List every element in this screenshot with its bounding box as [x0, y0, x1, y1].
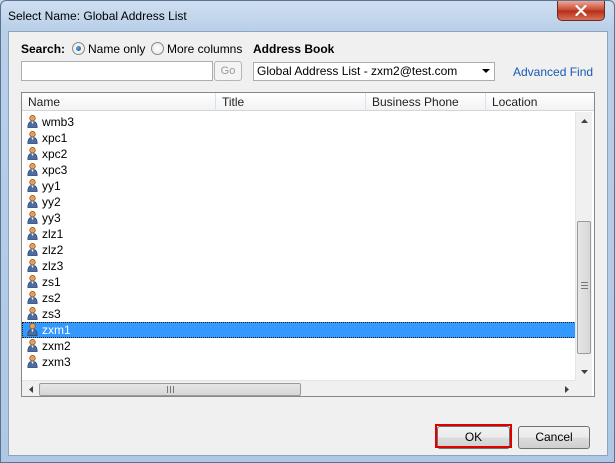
table-row[interactable]: xpc1: [22, 130, 576, 146]
vertical-scrollbar[interactable]: [575, 112, 592, 380]
title-bar[interactable]: Select Name: Global Address List: [1, 1, 614, 31]
advanced-find-link[interactable]: Advanced Find: [513, 65, 593, 79]
scroll-right-button[interactable]: [558, 381, 575, 396]
scroll-down-button[interactable]: [576, 363, 593, 380]
person-icon: [27, 275, 38, 288]
address-list[interactable]: Name Title Business Phone Location wmb3 x…: [21, 92, 595, 397]
table-row[interactable]: zxm2: [22, 338, 576, 354]
column-header-location[interactable]: Location: [486, 93, 594, 111]
table-row[interactable]: yy3: [22, 210, 576, 226]
address-book-label: Address Book: [253, 42, 335, 56]
table-row[interactable]: zlz1: [22, 226, 576, 242]
person-icon: [27, 131, 38, 144]
contact-name: yy1: [42, 179, 61, 193]
search-input[interactable]: [21, 61, 213, 81]
contact-name: zs1: [42, 275, 61, 289]
table-row[interactable]: yy1: [22, 178, 576, 194]
table-row[interactable]: zs2: [22, 290, 576, 306]
contact-name: xpc2: [42, 147, 68, 161]
name-only-label[interactable]: Name only: [88, 42, 145, 56]
table-row[interactable]: zlz2: [22, 242, 576, 258]
scroll-left-button[interactable]: [22, 381, 39, 396]
grip-icon: [581, 282, 588, 289]
address-book-selected: Global Address List - zxm2@test.com: [257, 64, 458, 78]
table-row[interactable]: yy2: [22, 194, 576, 210]
vertical-scroll-thumb[interactable]: [577, 221, 591, 354]
more-columns-radio[interactable]: [151, 42, 164, 55]
contact-name: zxm2: [42, 339, 71, 353]
horizontal-scroll-thumb[interactable]: [39, 383, 301, 396]
select-name-dialog: Select Name: Global Address List Search:…: [0, 0, 615, 463]
scrollbar-corner: [575, 380, 592, 396]
arrow-up-icon: [581, 118, 588, 123]
column-header-business-phone[interactable]: Business Phone: [366, 93, 486, 111]
scroll-up-button[interactable]: [576, 112, 593, 129]
list-rows: wmb3 xpc1 xpc2 xpc3 yy1 yy2 yy3 zlz1 zlz2 zlz3 zs1…: [22, 114, 576, 370]
person-icon: [27, 307, 38, 320]
go-button[interactable]: Go: [214, 61, 242, 81]
person-icon: [27, 355, 38, 368]
arrow-down-icon: [581, 369, 588, 374]
contact-name: zs2: [42, 291, 61, 305]
person-icon: [27, 323, 38, 336]
contact-name: zlz2: [42, 243, 64, 257]
contact-name: yy3: [42, 211, 61, 225]
window-title: Select Name: Global Address List: [8, 9, 187, 23]
grip-icon: [167, 386, 174, 393]
table-row[interactable]: zs3: [22, 306, 576, 322]
person-icon: [27, 147, 38, 160]
contact-name: wmb3: [42, 115, 75, 129]
dialog-body: Search: Name only More columns Address B…: [8, 31, 608, 456]
horizontal-scrollbar[interactable]: [22, 380, 575, 396]
arrow-right-icon: [564, 386, 569, 393]
contact-name: xpc1: [42, 131, 68, 145]
column-headers: Name Title Business Phone Location: [22, 93, 594, 111]
ok-highlight-box: [435, 424, 512, 448]
table-row[interactable]: zs1: [22, 274, 576, 290]
contact-name: zxm1: [42, 323, 71, 337]
arrow-left-icon: [28, 386, 33, 393]
person-icon: [27, 195, 38, 208]
table-row[interactable]: zxm3: [22, 354, 576, 370]
column-header-name[interactable]: Name: [22, 93, 216, 111]
table-row[interactable]: wmb3: [22, 114, 576, 130]
person-icon: [27, 163, 38, 176]
person-icon: [27, 227, 38, 240]
close-icon: [575, 5, 587, 16]
person-icon: [27, 259, 38, 272]
name-only-radio[interactable]: [72, 42, 85, 55]
search-label: Search:: [21, 42, 66, 56]
person-icon: [27, 211, 38, 224]
table-row[interactable]: zlz3: [22, 258, 576, 274]
cancel-button[interactable]: Cancel: [518, 426, 590, 449]
contact-name: yy2: [42, 195, 61, 209]
column-header-title[interactable]: Title: [216, 93, 366, 111]
contact-name: zlz3: [42, 259, 64, 273]
contact-name: xpc3: [42, 163, 68, 177]
person-icon: [27, 291, 38, 304]
address-book-dropdown[interactable]: Global Address List - zxm2@test.com: [253, 62, 495, 81]
table-row[interactable]: zxm1: [22, 322, 576, 338]
more-columns-label[interactable]: More columns: [167, 42, 242, 56]
contact-name: zxm3: [42, 355, 71, 369]
person-icon: [27, 339, 38, 352]
person-icon: [27, 179, 38, 192]
table-row[interactable]: xpc2: [22, 146, 576, 162]
person-icon: [27, 243, 38, 256]
close-button[interactable]: [557, 1, 605, 21]
chevron-down-icon: [482, 69, 490, 73]
person-icon: [27, 115, 38, 128]
contact-name: zlz1: [42, 227, 64, 241]
table-row[interactable]: xpc3: [22, 162, 576, 178]
contact-name: zs3: [42, 307, 61, 321]
